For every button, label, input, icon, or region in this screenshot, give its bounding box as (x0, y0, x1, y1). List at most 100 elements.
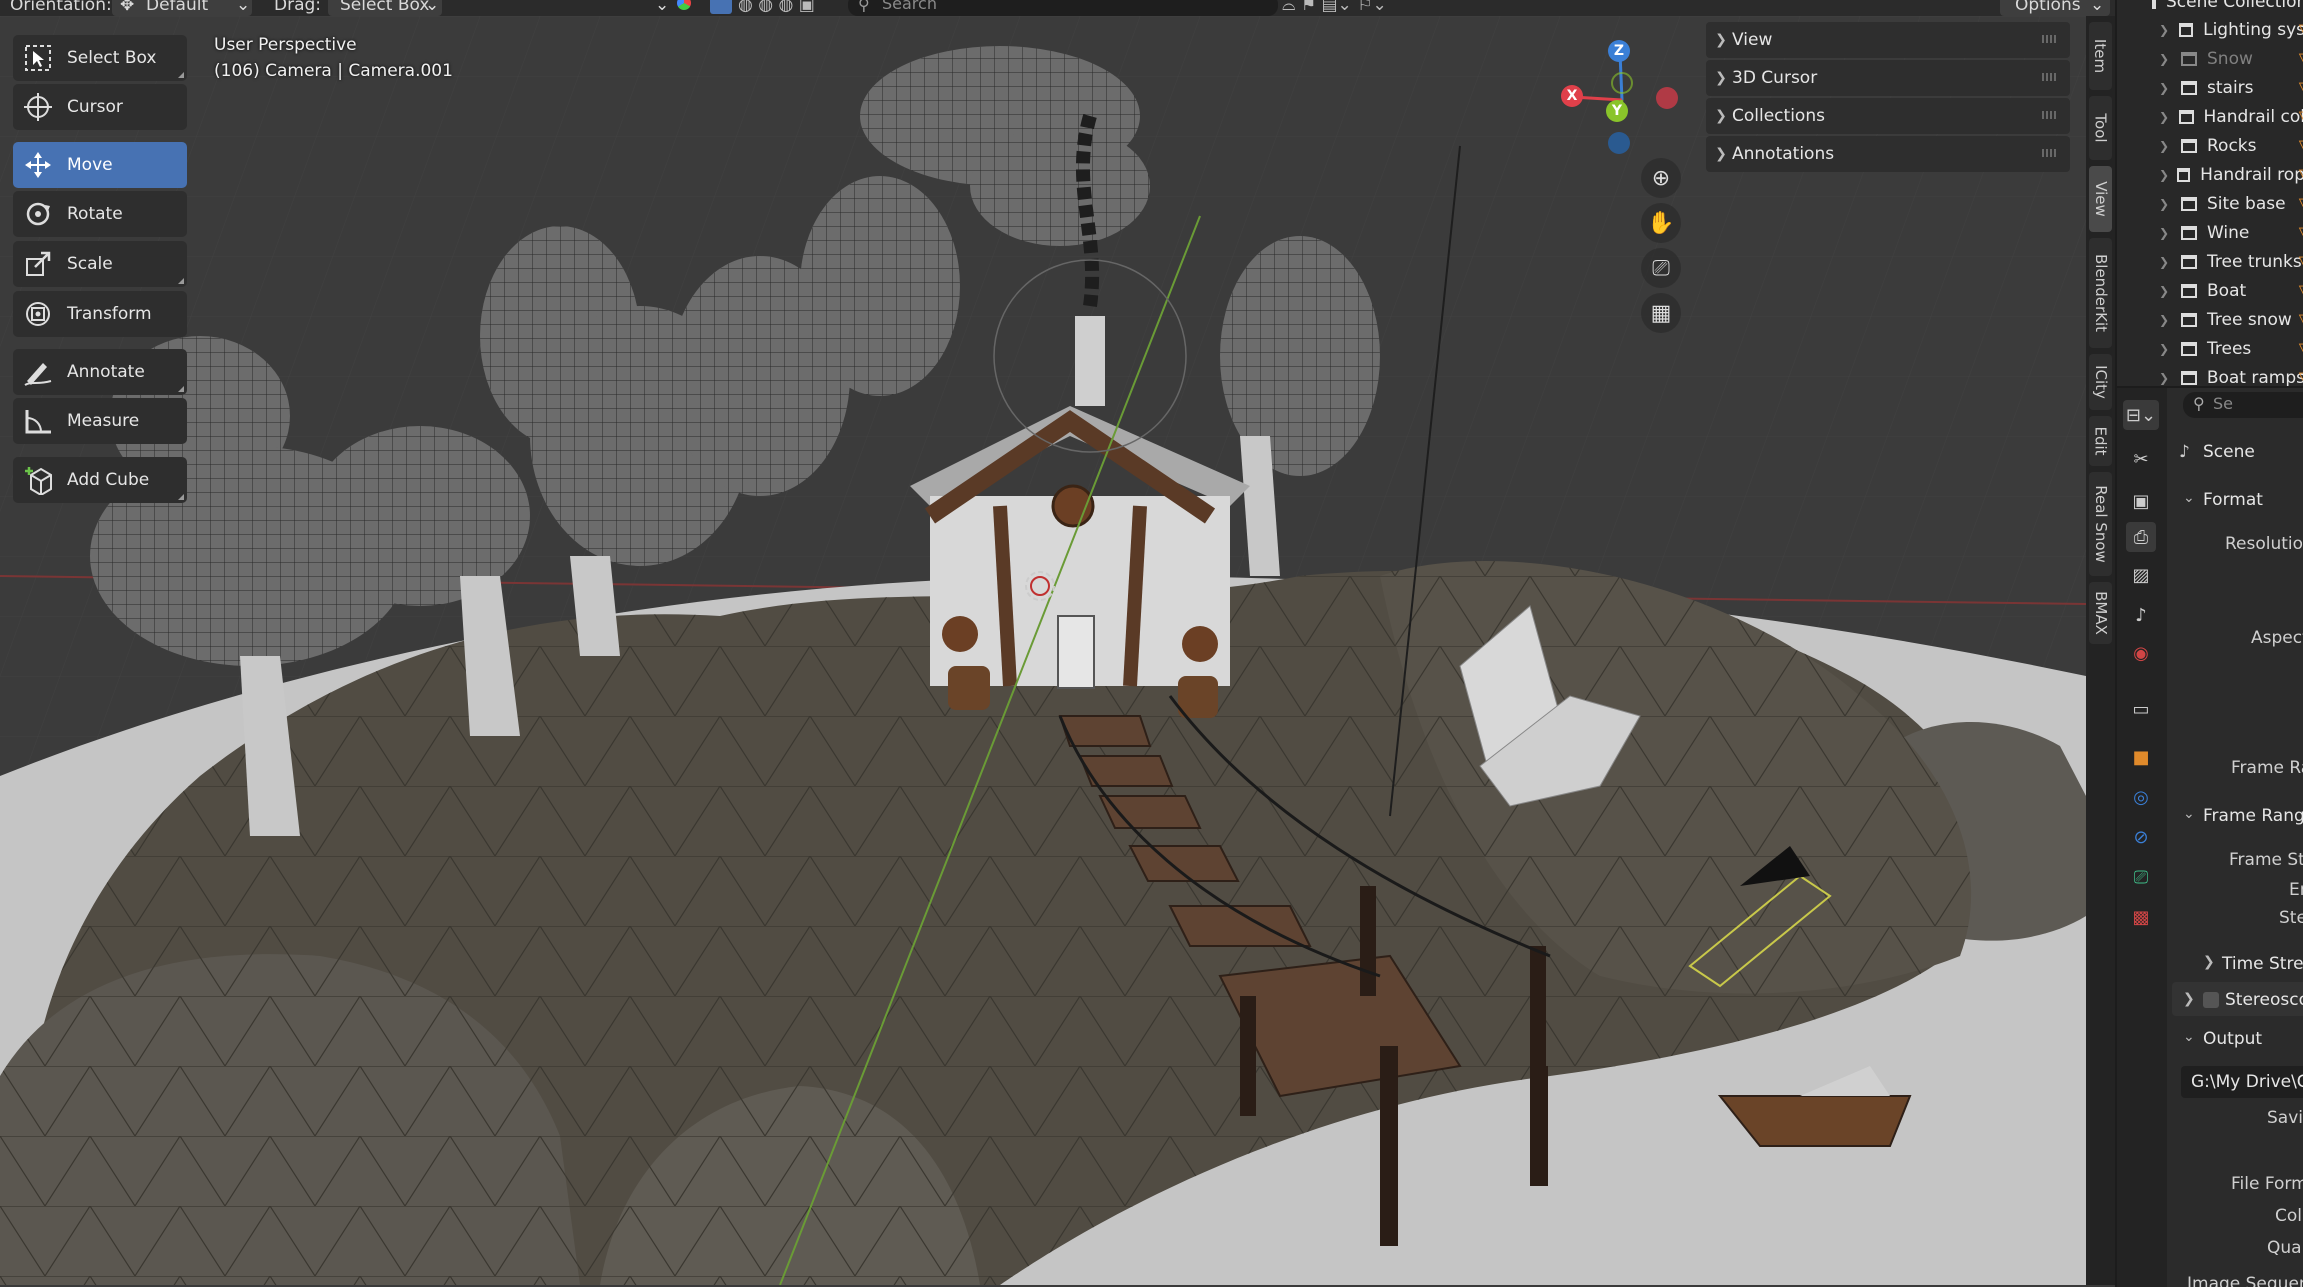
filter-icon[interactable]: ▽ (2299, 223, 2303, 242)
tool-scale[interactable]: Scale (13, 241, 187, 287)
tab-physics[interactable]: ◎ (2126, 782, 2156, 812)
chevron-down-icon[interactable]: ⌄ (2183, 806, 2195, 822)
tab-icity[interactable]: ICity (2089, 354, 2112, 410)
chevron-right-icon[interactable]: ❯ (2159, 81, 2173, 95)
outliner-item[interactable]: ❯Tree snow▽ (2117, 305, 2303, 334)
outliner-item[interactable]: ❯Wine▽ (2117, 218, 2303, 247)
gizmo-z-axis[interactable]: Z (1608, 40, 1630, 62)
section-stereoscopy[interactable]: Stereosco (2225, 990, 2303, 1010)
filter-icon[interactable]: ▽ (2299, 281, 2303, 300)
chevron-right-icon[interactable]: ❯ (2159, 52, 2173, 66)
gizmo-neg-x-axis[interactable] (1656, 87, 1678, 109)
filter-icon[interactable]: ▽ (2299, 49, 2303, 68)
tab-object[interactable]: ■ (2126, 742, 2156, 772)
filter-icon[interactable]: ▽ (2299, 78, 2303, 97)
tab-scene[interactable]: ♪ (2126, 600, 2156, 630)
tool-select-box[interactable]: Select Box (13, 35, 187, 81)
pan-view-button[interactable]: ✋ (1641, 203, 1681, 243)
tab-view[interactable]: View (2089, 166, 2112, 232)
tab-render[interactable]: ▣ (2126, 486, 2156, 516)
tab-blenderkit[interactable]: BlenderKit (2089, 238, 2112, 348)
tab-bmax[interactable]: BMAX (2089, 582, 2112, 644)
chevron-right-icon[interactable]: ❯ (2159, 110, 2171, 124)
chevron-right-icon[interactable]: ❯ (2159, 23, 2171, 37)
chevron-right-icon[interactable]: ❯ (2159, 371, 2173, 385)
tab-constraints[interactable]: ⊘ (2126, 822, 2156, 852)
overlays-color-icon[interactable] (677, 0, 691, 10)
search-input[interactable]: ⚲ Search (848, 0, 1278, 16)
tab-world[interactable]: ◉ (2126, 638, 2156, 668)
editor-type-menu[interactable]: ⊟⌄ (2123, 400, 2159, 430)
camera-view-button[interactable]: ⎚ (1641, 248, 1681, 288)
chevron-right-icon[interactable]: ❯ (2159, 168, 2169, 182)
properties-search-input[interactable]: ⚲ Se (2183, 392, 2303, 418)
tool-transform[interactable]: Transform (13, 291, 187, 337)
output-path-field[interactable]: G:\My Drive\C (2181, 1066, 2303, 1098)
filter-icon[interactable]: ▽ (2299, 368, 2303, 386)
filter-icon[interactable]: ▽ (2299, 194, 2303, 213)
section-time-stretching[interactable]: Time Stret (2222, 954, 2303, 974)
chevron-right-icon[interactable]: ❯ (2159, 342, 2173, 356)
chevron-right-icon[interactable]: ❯ (2159, 139, 2173, 153)
tab-tool[interactable]: Tool (2089, 96, 2112, 160)
tab-output[interactable]: ⎙ (2126, 522, 2156, 552)
chevron-right-icon[interactable]: ❯ (2159, 197, 2173, 211)
drag-grip-icon[interactable] (2042, 111, 2058, 119)
filter-icon[interactable]: ▽ (2299, 165, 2303, 184)
tool-measure[interactable]: Measure (13, 398, 187, 444)
header-tool-icons[interactable]: ⌓ ⚑ ▤⌄ ⚐⌄ (1282, 0, 1387, 15)
filter-icon[interactable]: ▽ (2299, 252, 2303, 271)
chevron-right-icon[interactable]: ❯ (2159, 284, 2173, 298)
outliner-item[interactable]: ❯Tree trunks▽ (2117, 247, 2303, 276)
chevron-right-icon[interactable]: ❯ (2183, 991, 2195, 1007)
outliner-item[interactable]: ❯Lighting sys▽ (2117, 15, 2303, 44)
zoom-view-button[interactable]: ⊕ (1641, 158, 1681, 198)
gizmo-x-axis[interactable]: X (1561, 85, 1583, 107)
filter-icon[interactable]: ▽ (2299, 107, 2303, 126)
tool-add-cube[interactable]: Add Cube (13, 457, 187, 503)
chevron-down-icon[interactable]: ⌄ (2183, 490, 2195, 506)
perspective-toggle-button[interactable]: ▦ (1641, 293, 1681, 333)
section-frame-range[interactable]: Frame Range (2203, 806, 2303, 826)
outliner-item[interactable]: ❯Snow▽ (2117, 44, 2303, 73)
stereoscopy-checkbox[interactable] (2203, 992, 2219, 1008)
tab-texture[interactable]: ▩ (2126, 902, 2156, 932)
section-format[interactable]: Format (2203, 490, 2263, 510)
3d-viewport[interactable]: User Perspective (106) Camera | Camera.0… (0, 16, 2086, 1285)
drag-grip-icon[interactable] (2042, 149, 2058, 157)
shading-mode-icons[interactable]: ◍ ◍ ◍ ▣ (738, 0, 815, 15)
gizmo-y-axis[interactable]: Y (1606, 100, 1628, 122)
chevron-right-icon[interactable]: ❯ (2203, 954, 2215, 970)
outliner-item[interactable]: ❯Rocks▽ (2117, 131, 2303, 160)
outliner-item[interactable]: ❯Handrail col▽ (2117, 102, 2303, 131)
outliner-item[interactable]: ❯stairs▽ (2117, 73, 2303, 102)
outliner-item[interactable]: ❯Trees▽ (2117, 334, 2303, 363)
tab-collection[interactable]: ▭ (2126, 694, 2156, 724)
tab-edit[interactable]: Edit (2089, 416, 2112, 466)
drag-grip-icon[interactable] (2042, 35, 2058, 43)
tab-real-snow[interactable]: Real Snow (2089, 472, 2112, 576)
panel-collections[interactable]: ❯ Collections (1706, 98, 2070, 134)
tab-data[interactable]: ⎚ (2126, 862, 2156, 892)
panel-3d-cursor[interactable]: ❯ 3D Cursor (1706, 60, 2070, 96)
tab-tool-properties[interactable]: ✂ (2126, 444, 2156, 474)
tool-move[interactable]: Move (13, 142, 187, 188)
chevron-right-icon[interactable]: ❯ (2159, 255, 2173, 269)
filter-icon[interactable]: ▽ (2299, 310, 2303, 329)
outliner-item[interactable]: ❯Boat▽ (2117, 276, 2303, 305)
gizmo-neg-z-axis[interactable] (1608, 132, 1630, 154)
panel-view[interactable]: ❯ View (1706, 22, 2070, 58)
tab-view-layer[interactable]: ▨ (2126, 560, 2156, 590)
filter-icon[interactable]: ▽ (2299, 339, 2303, 358)
panel-annotations[interactable]: ❯ Annotations (1706, 136, 2070, 172)
tool-rotate[interactable]: Rotate (13, 191, 187, 237)
outliner-item[interactable]: ❯Boat ramps▽ (2117, 363, 2303, 386)
tool-cursor[interactable]: Cursor (13, 84, 187, 130)
filter-icon[interactable]: ▽ (2299, 136, 2303, 155)
tab-item[interactable]: Item (2089, 22, 2112, 90)
chevron-down-icon[interactable]: ⌄ (655, 0, 669, 15)
filter-icon[interactable]: ▽ (2299, 20, 2303, 39)
section-output[interactable]: Output (2203, 1029, 2262, 1049)
outliner-item[interactable]: ❯Handrail rop▽ (2117, 160, 2303, 189)
tool-annotate[interactable]: Annotate (13, 349, 187, 395)
